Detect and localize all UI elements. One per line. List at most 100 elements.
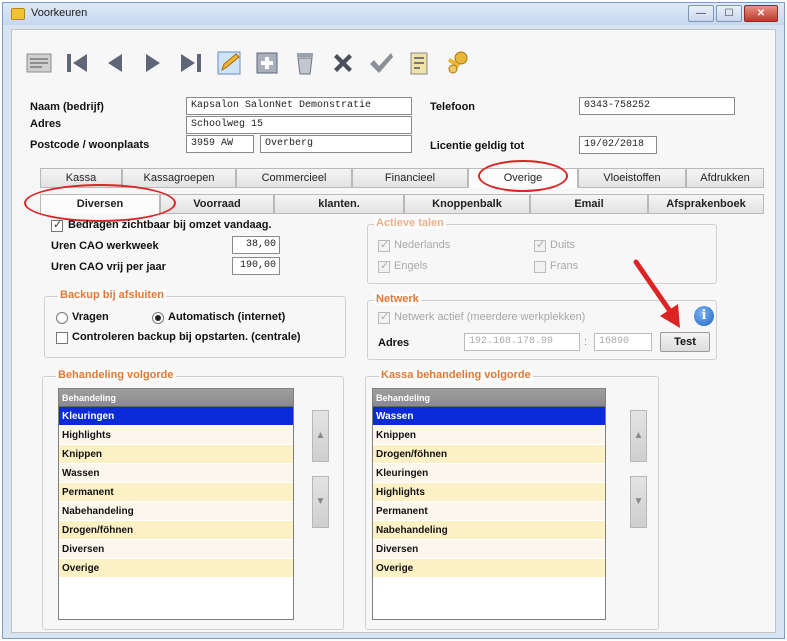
tab-email[interactable]: Email xyxy=(530,194,648,214)
close-button[interactable]: ✕ xyxy=(744,5,778,22)
window-controls: — ☐ ✕ xyxy=(686,5,778,22)
last-record-button[interactable] xyxy=(172,40,210,86)
minimize-icon: — xyxy=(696,8,706,19)
network-active-checkbox[interactable] xyxy=(378,310,390,324)
list-item[interactable]: Overige xyxy=(59,559,293,578)
confirm-button[interactable] xyxy=(362,40,400,86)
delete-button[interactable] xyxy=(286,40,324,86)
city-field[interactable]: Overberg xyxy=(260,135,412,153)
list-item[interactable]: Nabehandeling xyxy=(373,521,605,540)
tab-diversen[interactable]: Diversen xyxy=(40,194,160,214)
treatment-move-up-button[interactable]: ▲ xyxy=(312,410,329,462)
minimize-button[interactable]: — xyxy=(688,5,714,22)
network-port-field[interactable]: 16890 xyxy=(594,333,652,351)
keys-button[interactable] xyxy=(438,40,476,86)
backup-check-checkbox[interactable] xyxy=(56,332,68,344)
dutch-checkbox[interactable] xyxy=(378,238,390,252)
last-record-icon xyxy=(181,54,201,72)
list-item[interactable]: Diversen xyxy=(59,540,293,559)
languages-title: Actieve talen xyxy=(374,217,446,229)
address-field[interactable]: Schoolweg 15 xyxy=(186,116,412,134)
backup-ask-radio[interactable] xyxy=(56,312,68,324)
list-item[interactable]: Diversen xyxy=(373,540,605,559)
backup-auto-label: Automatisch (internet) xyxy=(168,311,286,323)
edit-button[interactable] xyxy=(210,40,248,86)
list-item[interactable]: Knippen xyxy=(373,426,605,445)
previous-record-button[interactable] xyxy=(96,40,134,86)
list-button[interactable] xyxy=(20,40,58,86)
list-item[interactable]: Permanent xyxy=(373,502,605,521)
kassa-move-down-button[interactable]: ▼ xyxy=(630,476,647,528)
list-item[interactable]: Permanent xyxy=(59,483,293,502)
list-item[interactable]: Highlights xyxy=(59,426,293,445)
amounts-visible-checkbox[interactable] xyxy=(51,218,63,232)
test-button[interactable]: Test xyxy=(660,332,710,352)
kassa-move-up-button[interactable]: ▲ xyxy=(630,410,647,462)
window-title: Voorkeuren xyxy=(31,7,88,19)
hours-year-field[interactable]: 190,00 xyxy=(232,257,280,275)
list-item[interactable]: Highlights xyxy=(373,483,605,502)
tab-klanten[interactable]: klanten. xyxy=(274,194,404,214)
address-label: Adres xyxy=(30,118,62,130)
list-icon xyxy=(26,53,52,73)
tab-kassa[interactable]: Kassa xyxy=(40,168,122,188)
tab-voorraad[interactable]: Voorraad xyxy=(160,194,274,214)
tab-kassagroepen[interactable]: Kassagroepen xyxy=(122,168,236,188)
kassa-order-header: Behandeling xyxy=(373,389,605,407)
list-item[interactable]: Drogen/föhnen xyxy=(373,445,605,464)
german-checkbox[interactable] xyxy=(534,238,546,252)
network-ip-field[interactable]: 192.168.178.99 xyxy=(464,333,580,351)
license-field[interactable]: 19/02/2018 xyxy=(579,136,657,154)
kassa-order-list[interactable]: Behandeling Wassen Knippen Drogen/föhnen… xyxy=(372,388,606,620)
tab-afdrukken[interactable]: Afdrukken xyxy=(686,168,764,188)
tab-overige[interactable]: Overige xyxy=(468,168,578,188)
backup-check-label: Controleren backup bij opstarten. (centr… xyxy=(72,331,301,343)
french-label: Frans xyxy=(550,260,579,272)
license-label: Licentie geldig tot xyxy=(430,140,525,152)
hours-week-field[interactable]: 38,00 xyxy=(232,236,280,254)
postcode-field[interactable]: 3959 AW xyxy=(186,135,254,153)
edit-icon xyxy=(217,51,241,75)
cancel-button[interactable] xyxy=(324,40,362,86)
hours-week-label: Uren CAO werkweek xyxy=(51,240,159,252)
treatment-order-list[interactable]: Behandeling Kleuringen Highlights Knippe… xyxy=(58,388,294,620)
english-label: Engels xyxy=(394,260,428,272)
phone-field[interactable]: 0343-758252 xyxy=(579,97,735,115)
backup-title: Backup bij afsluiten xyxy=(58,289,166,301)
tab-commercieel[interactable]: Commercieel xyxy=(236,168,352,188)
tab-afsprakenboek[interactable]: Afsprakenboek xyxy=(648,194,764,214)
next-record-button[interactable] xyxy=(134,40,172,86)
new-record-button[interactable] xyxy=(248,40,286,86)
english-checkbox[interactable] xyxy=(378,259,390,273)
treatment-order-title: Behandeling volgorde xyxy=(56,369,176,381)
list-item[interactable]: Overige xyxy=(373,559,605,578)
list-item[interactable]: Wassen xyxy=(59,464,293,483)
list-item[interactable]: Kleuringen xyxy=(59,407,293,426)
treatment-move-down-button[interactable]: ▼ xyxy=(312,476,329,528)
new-record-icon xyxy=(256,52,278,74)
german-label: Duits xyxy=(550,239,576,251)
list-item[interactable]: Nabehandeling xyxy=(59,502,293,521)
calendar-button[interactable] xyxy=(400,40,438,86)
list-item[interactable]: Drogen/föhnen xyxy=(59,521,293,540)
french-checkbox[interactable] xyxy=(534,261,546,273)
title-bar[interactable]: Voorkeuren — ☐ ✕ xyxy=(3,3,784,25)
network-colon: : xyxy=(584,336,588,348)
list-item[interactable]: Knippen xyxy=(59,445,293,464)
info-icon[interactable]: i xyxy=(694,306,714,326)
tab-financieel[interactable]: Financieel xyxy=(352,168,468,188)
keys-icon xyxy=(447,51,468,74)
client-area: Naam (bedrijf) Kapsalon SalonNet Demonst… xyxy=(11,29,776,633)
maximize-icon: ☐ xyxy=(724,8,734,19)
backup-auto-radio[interactable] xyxy=(152,312,164,324)
backup-ask-label: Vragen xyxy=(72,311,109,323)
first-record-button[interactable] xyxy=(58,40,96,86)
list-item[interactable]: Kleuringen xyxy=(373,464,605,483)
tab-knoppenbalk[interactable]: Knoppenbalk xyxy=(404,194,530,214)
maximize-button[interactable]: ☐ xyxy=(716,5,742,22)
network-title: Netwerk xyxy=(374,293,421,305)
tab-vloeistoffen[interactable]: Vloeistoffen xyxy=(578,168,686,188)
amounts-visible-label: Bedragen zichtbaar bij omzet vandaag. xyxy=(68,219,272,231)
name-field[interactable]: Kapsalon SalonNet Demonstratie xyxy=(186,97,412,115)
list-item[interactable]: Wassen xyxy=(373,407,605,426)
